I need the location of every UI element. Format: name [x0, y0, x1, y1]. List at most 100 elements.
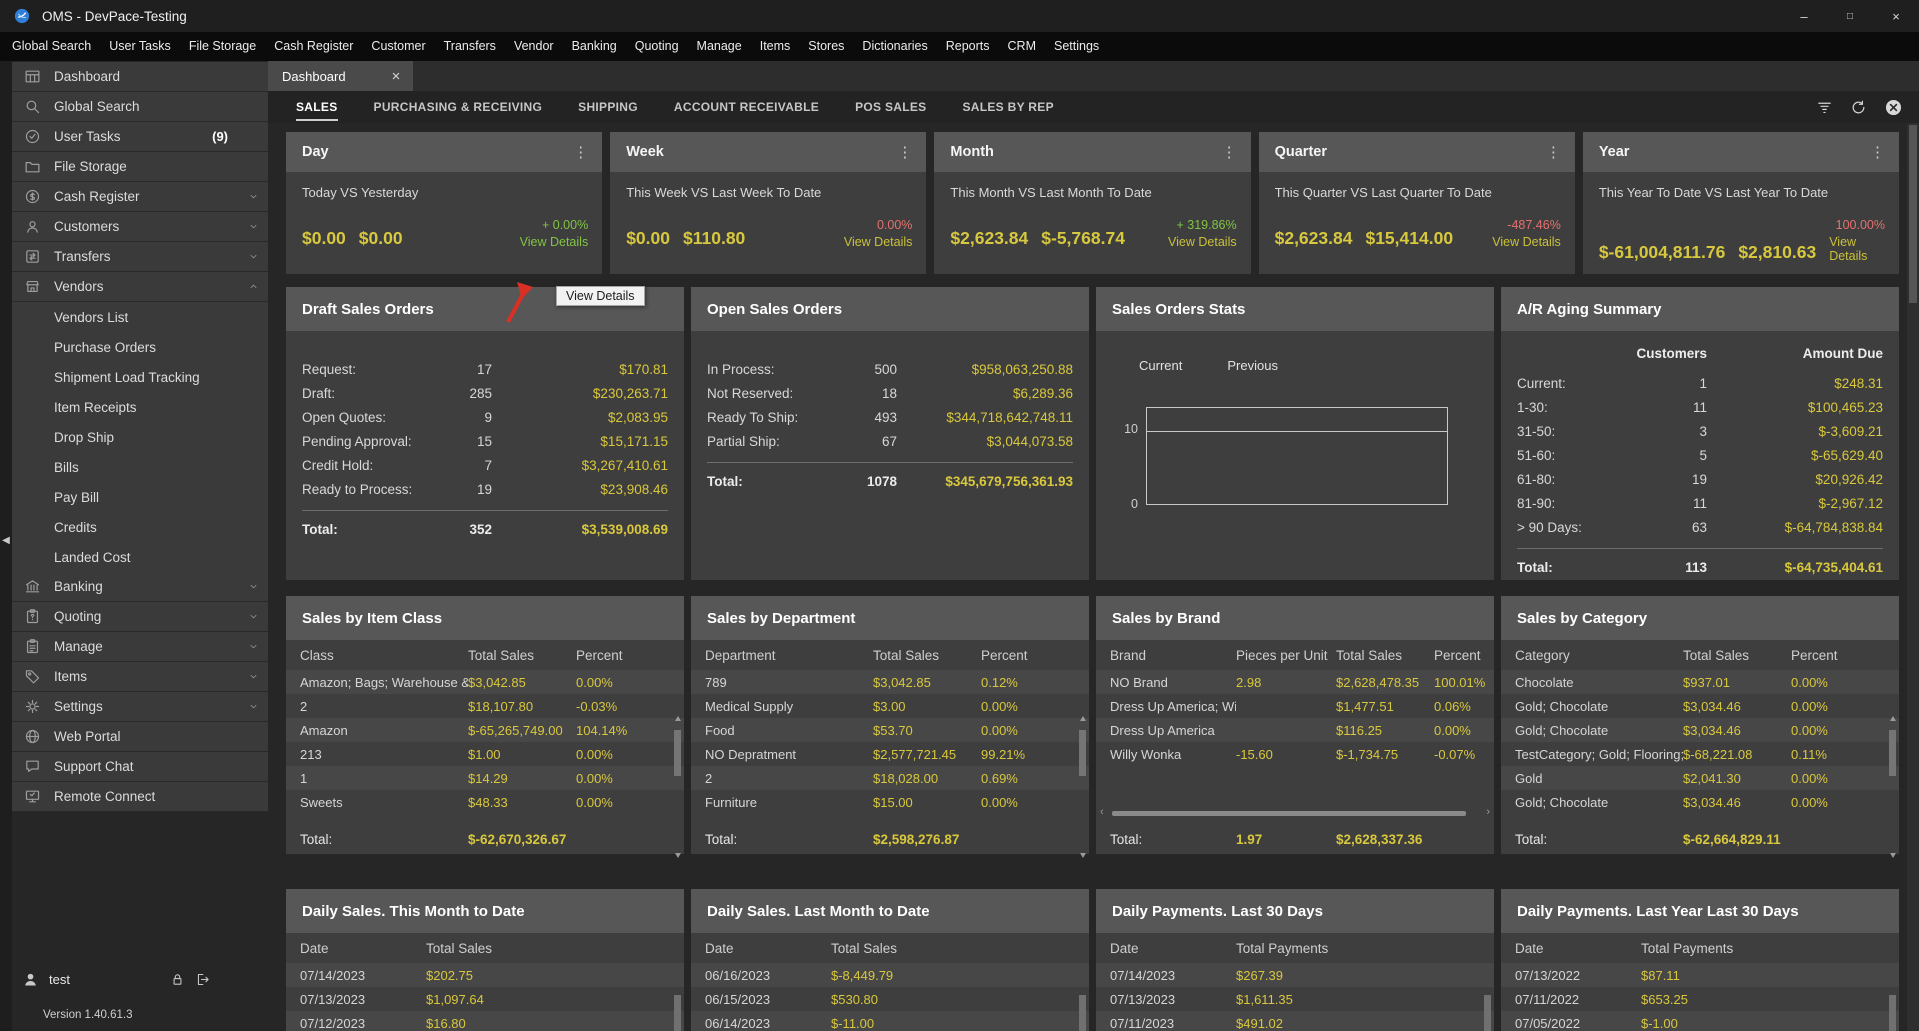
sidebar-item[interactable]: Vendors: [12, 272, 268, 302]
refresh-icon[interactable]: [1850, 99, 1867, 116]
menu-item[interactable]: Items: [751, 32, 800, 61]
table-row[interactable]: Amazon; Bags; Warehouse & Ja$3,042.850.0…: [286, 670, 684, 694]
card-menu-icon[interactable]: ⋮: [893, 143, 916, 161]
scrollbar[interactable]: [1888, 716, 1896, 858]
sidebar-item[interactable]: Remote Connect: [12, 782, 268, 812]
sidebar-item[interactable]: Pay Bill: [12, 482, 268, 512]
menu-item[interactable]: Settings: [1045, 32, 1108, 61]
table-row[interactable]: 07/13/2023 $1,611.35: [1096, 987, 1494, 1011]
menu-item[interactable]: Customer: [362, 32, 434, 61]
sidebar-item[interactable]: Cash Register: [12, 182, 268, 212]
subtab[interactable]: PURCHASING & RECEIVING: [374, 93, 543, 121]
subtab[interactable]: ACCOUNT RECEIVABLE: [674, 93, 819, 121]
chevron-right-icon[interactable]: ›: [1486, 806, 1490, 818]
table-row[interactable]: Gold; Chocolate $3,034.46 0.00%: [1501, 694, 1899, 718]
table-row[interactable]: NO Brand 2.98 $2,628,478.35 100.01%: [1096, 670, 1494, 694]
scrollbar[interactable]: [1079, 995, 1086, 1031]
sidebar-item[interactable]: Shipment Load Tracking: [12, 362, 268, 392]
table-row[interactable]: Sweets $48.33 0.00%: [286, 790, 684, 814]
menu-item[interactable]: Vendor: [505, 32, 563, 61]
sidebar-item[interactable]: Global Search: [12, 92, 268, 122]
sidebar-item[interactable]: Quoting: [12, 602, 268, 632]
view-details-link[interactable]: View Details: [1492, 235, 1561, 249]
menu-item[interactable]: Stores: [799, 32, 853, 61]
close-circle-icon[interactable]: [1884, 98, 1903, 117]
menu-item[interactable]: Quoting: [626, 32, 688, 61]
subtab[interactable]: POS SALES: [855, 93, 926, 121]
sidebar-item[interactable]: Credits: [12, 512, 268, 542]
scrollbar[interactable]: [1484, 995, 1491, 1031]
table-row[interactable]: 2 $18,028.00 0.69%: [691, 766, 1089, 790]
table-row[interactable]: 07/14/2023 $267.39: [1096, 963, 1494, 987]
sidebar-item[interactable]: Dashboard: [12, 62, 268, 92]
table-row[interactable]: Amazon $-65,265,749.00 104.14%: [286, 718, 684, 742]
tab-close-icon[interactable]: ×: [392, 69, 401, 84]
table-row[interactable]: 07/14/2023 $202.75: [286, 963, 684, 987]
sidebar-collapse-icon[interactable]: ◀: [0, 535, 12, 546]
table-row[interactable]: Gold; Chocolate $3,034.46 0.00%: [1501, 718, 1899, 742]
table-row[interactable]: 06/15/2023 $530.80: [691, 987, 1089, 1011]
sidebar-item[interactable]: Banking: [12, 572, 268, 602]
table-row[interactable]: 07/05/2022 $-1.00: [1501, 1011, 1899, 1031]
view-details-link[interactable]: View Details: [1168, 235, 1237, 249]
table-row[interactable]: Medical Supply $3.00 0.00%: [691, 694, 1089, 718]
table-row[interactable]: 06/14/2023 $-11.00: [691, 1011, 1089, 1031]
view-details-link[interactable]: View Details: [1829, 235, 1885, 263]
table-row[interactable]: Willy Wonka -15.60 $-1,734.75 -0.07%: [1096, 742, 1494, 766]
menu-item[interactable]: User Tasks: [100, 32, 180, 61]
menu-item[interactable]: Dictionaries: [853, 32, 936, 61]
sidebar-item[interactable]: File Storage: [12, 152, 268, 182]
sidebar-item[interactable]: Items: [12, 662, 268, 692]
view-details-link[interactable]: View Details: [520, 235, 589, 249]
table-row[interactable]: 1 $14.29 0.00%: [286, 766, 684, 790]
sidebar-item[interactable]: Item Receipts: [12, 392, 268, 422]
sidebar-item[interactable]: Support Chat: [12, 752, 268, 782]
page-scrollbar[interactable]: [1907, 123, 1919, 1031]
sidebar-item[interactable]: Bills: [12, 452, 268, 482]
table-row[interactable]: 2 $18,107.80 -0.03%: [286, 694, 684, 718]
chevron-left-icon[interactable]: ‹: [1100, 806, 1104, 818]
sidebar-item[interactable]: Purchase Orders: [12, 332, 268, 362]
filter-icon[interactable]: [1816, 99, 1833, 116]
menu-item[interactable]: Manage: [688, 32, 751, 61]
sidebar-item[interactable]: Settings: [12, 692, 268, 722]
table-row[interactable]: Chocolate $937.01 0.00%: [1501, 670, 1899, 694]
lock-icon[interactable]: [170, 972, 185, 987]
card-menu-icon[interactable]: ⋮: [1218, 143, 1241, 161]
tab-dashboard[interactable]: Dashboard ×: [268, 61, 414, 91]
sidebar-item[interactable]: Vendors List: [12, 302, 268, 332]
sidebar-item[interactable]: Landed Cost: [12, 542, 268, 572]
card-menu-icon[interactable]: ⋮: [569, 143, 592, 161]
menu-item[interactable]: CRM: [999, 32, 1045, 61]
table-row[interactable]: 07/11/2022 $653.25: [1501, 987, 1899, 1011]
table-row[interactable]: Dress Up America $116.25 0.00%: [1096, 718, 1494, 742]
table-row[interactable]: Gold; Chocolate $3,034.46 0.00%: [1501, 790, 1899, 814]
table-row[interactable]: 07/13/2022 $87.11: [1501, 963, 1899, 987]
card-menu-icon[interactable]: ⋮: [1866, 143, 1889, 161]
maximize-button[interactable]: □: [1827, 0, 1873, 32]
table-row[interactable]: 213 $1.00 0.00%: [286, 742, 684, 766]
minimize-button[interactable]: –: [1781, 0, 1827, 32]
sidebar-item[interactable]: Manage: [12, 632, 268, 662]
close-button[interactable]: ×: [1873, 0, 1919, 32]
sidebar-item[interactable]: Drop Ship: [12, 422, 268, 452]
table-row[interactable]: 07/12/2023 $16.80: [286, 1011, 684, 1031]
menu-item[interactable]: Global Search: [3, 32, 100, 61]
subtab[interactable]: SALES: [296, 93, 338, 121]
menu-item[interactable]: File Storage: [180, 32, 265, 61]
table-row[interactable]: NO Depratment $2,577,721.45 99.21%: [691, 742, 1089, 766]
sidebar-item[interactable]: User Tasks (9): [12, 122, 268, 152]
scrollbar[interactable]: [1078, 716, 1086, 858]
sidebar-item[interactable]: Web Portal: [12, 722, 268, 752]
sidebar-item[interactable]: Transfers: [12, 242, 268, 272]
menu-item[interactable]: Reports: [937, 32, 999, 61]
table-row[interactable]: TestCategory; Gold; Flooring; S $-68,221.…: [1501, 742, 1899, 766]
table-row[interactable]: 07/11/2023 $491.02: [1096, 1011, 1494, 1031]
table-row[interactable]: 07/13/2023 $1,097.64: [286, 987, 684, 1011]
subtab[interactable]: SALES BY REP: [962, 93, 1053, 121]
sidebar-item[interactable]: Customers: [12, 212, 268, 242]
table-row[interactable]: 789 $3,042.85 0.12%: [691, 670, 1089, 694]
logout-icon[interactable]: [195, 972, 210, 987]
view-details-link[interactable]: View Details: [844, 235, 913, 249]
scrollbar[interactable]: [673, 716, 681, 858]
